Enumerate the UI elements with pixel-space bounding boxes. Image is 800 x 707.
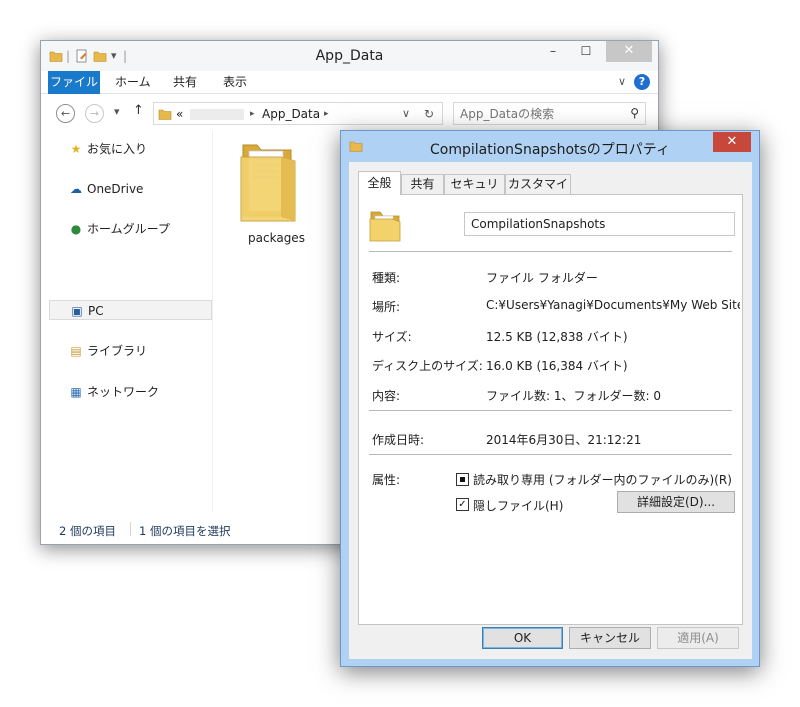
tab-general[interactable]: 全般 — [358, 171, 401, 195]
minimize-button[interactable]: – — [539, 41, 567, 62]
dialog-body: 全般 共有 セキュリティ カスタマイズ 種類: ファイル フォルダー 場所: C… — [349, 162, 752, 659]
general-tab-panel: 種類: ファイル フォルダー 場所: C:¥Users¥Yanagi¥Docum… — [358, 194, 743, 625]
cloud-icon: ☁ — [70, 182, 82, 196]
forward-button[interactable]: → — [85, 104, 104, 123]
help-icon[interactable]: ? — [634, 74, 650, 90]
status-separator — [130, 522, 131, 536]
created-value: 2014年6月30日、21:12:21 — [486, 433, 642, 447]
contains-value: ファイル数: 1、フォルダー数: 0 — [486, 389, 661, 403]
hidden-checkbox[interactable]: ✓ — [456, 498, 469, 511]
search-input[interactable] — [460, 107, 620, 121]
item-count: 2 個の項目 — [59, 524, 116, 538]
close-button[interactable]: ✕ — [606, 41, 652, 62]
apply-button[interactable]: 適用(A) — [657, 627, 739, 649]
tab-share[interactable]: 共有 — [173, 71, 197, 94]
sidebar-item-label: ネットワーク — [87, 385, 160, 399]
cancel-button[interactable]: キャンセル — [569, 627, 651, 649]
tab-customize[interactable]: カスタマイズ — [505, 174, 571, 209]
folder-icon — [240, 144, 296, 222]
sidebar-item-label: OneDrive — [87, 182, 144, 196]
navigation-bar: ← → ▾ ↑ « ▸ App_Data ▸ ∨ ↻ ⚲ — [41, 95, 658, 131]
location-label: 場所: — [372, 300, 401, 314]
sidebar-item-pc[interactable]: ▣ PC — [49, 300, 212, 320]
star-icon: ★ — [70, 142, 82, 156]
navigation-pane: ★ お気に入り ☁ OneDrive ● ホームグループ ▣ PC ▤ ライブラ… — [41, 131, 213, 514]
dialog-titlebar: CompilationSnapshotsのプロパティ ✕ — [341, 131, 759, 162]
size-on-disk-value: 16.0 KB (16,384 バイト) — [486, 359, 628, 373]
size-on-disk-label: ディスク上のサイズ: — [372, 359, 483, 373]
tab-security[interactable]: セキュリティ — [444, 174, 505, 209]
sidebar-item-network[interactable]: ▦ ネットワーク — [49, 382, 212, 402]
address-overflow[interactable]: « — [176, 107, 183, 121]
hidden-label[interactable]: 隠しファイル(H) — [473, 497, 563, 514]
type-value: ファイル フォルダー — [486, 271, 598, 285]
divider — [369, 410, 732, 411]
folder-name-field[interactable] — [464, 212, 735, 236]
dialog-title: CompilationSnapshotsのプロパティ — [430, 142, 670, 158]
tab-view[interactable]: 表示 — [223, 71, 247, 94]
search-icon[interactable]: ⚲ — [630, 106, 639, 120]
tab-sharing[interactable]: 共有 — [401, 174, 444, 194]
created-label: 作成日時: — [372, 433, 425, 447]
properties-dialog: CompilationSnapshotsのプロパティ ✕ 全般 共有 セキュリテ… — [340, 130, 760, 667]
expand-ribbon-icon[interactable]: ∨ — [618, 75, 626, 88]
library-icon: ▤ — [70, 344, 82, 358]
sidebar-item-label: PC — [88, 304, 104, 318]
tab-file[interactable]: ファイル — [48, 71, 100, 94]
readonly-label[interactable]: 読み取り専用 (フォルダー内のファイルのみ)(R) — [473, 471, 732, 488]
address-dropdown-icon[interactable]: ∨ — [402, 107, 410, 120]
close-button[interactable]: ✕ — [713, 132, 751, 152]
explorer-titlebar: | ▾ | App_Data – ☐ ✕ — [41, 41, 658, 71]
recent-locations-icon[interactable]: ▾ — [114, 105, 120, 118]
location-value: C:¥Users¥Yanagi¥Documents¥My Web Sites¥ — [486, 298, 740, 312]
file-name: packages — [248, 231, 305, 245]
divider — [369, 454, 732, 455]
redacted-path-segment — [190, 109, 244, 120]
attributes-label: 属性: — [372, 473, 401, 487]
type-label: 種類: — [372, 271, 401, 285]
selected-count: 1 個の項目を選択 — [139, 524, 231, 538]
computer-icon: ▣ — [71, 304, 83, 318]
sidebar-item-homegroup[interactable]: ● ホームグループ — [49, 219, 212, 239]
homegroup-icon: ● — [70, 222, 82, 236]
ribbon-tabs: ファイル ホーム 共有 表示 ∨ ? — [41, 71, 658, 94]
back-button[interactable]: ← — [56, 104, 75, 123]
sidebar-item-onedrive[interactable]: ☁ OneDrive — [49, 179, 212, 199]
sidebar-item-libraries[interactable]: ▤ ライブラリ — [49, 341, 212, 361]
advanced-button[interactable]: 詳細設定(D)... — [617, 491, 735, 513]
file-list: packages — [214, 131, 339, 514]
divider — [369, 251, 732, 252]
sidebar-item-favorites[interactable]: ★ お気に入り — [49, 139, 212, 159]
folder-icon — [369, 211, 401, 242]
folder-icon — [158, 109, 172, 120]
address-bar[interactable]: « ▸ App_Data ▸ ∨ ↻ — [153, 102, 443, 125]
sidebar-item-label: お気に入り — [87, 142, 148, 156]
maximize-button[interactable]: ☐ — [572, 41, 600, 62]
up-button[interactable]: ↑ — [133, 103, 144, 118]
indeterminate-mark — [460, 477, 465, 482]
size-label: サイズ: — [372, 330, 412, 344]
refresh-icon[interactable]: ↻ — [424, 107, 434, 121]
readonly-checkbox[interactable] — [456, 473, 469, 486]
sidebar-item-label: ホームグループ — [87, 222, 170, 236]
chevron-right-icon[interactable]: ▸ — [250, 109, 255, 119]
ok-button[interactable]: OK — [482, 627, 563, 649]
chevron-right-icon[interactable]: ▸ — [324, 109, 329, 119]
sidebar-item-label: ライブラリ — [87, 344, 148, 358]
size-value: 12.5 KB (12,838 バイト) — [486, 330, 628, 344]
tab-home[interactable]: ホーム — [115, 71, 151, 94]
network-icon: ▦ — [70, 385, 82, 399]
breadcrumb-app-data[interactable]: App_Data — [262, 107, 320, 121]
search-box: ⚲ — [453, 102, 646, 125]
contains-label: 内容: — [372, 389, 401, 403]
